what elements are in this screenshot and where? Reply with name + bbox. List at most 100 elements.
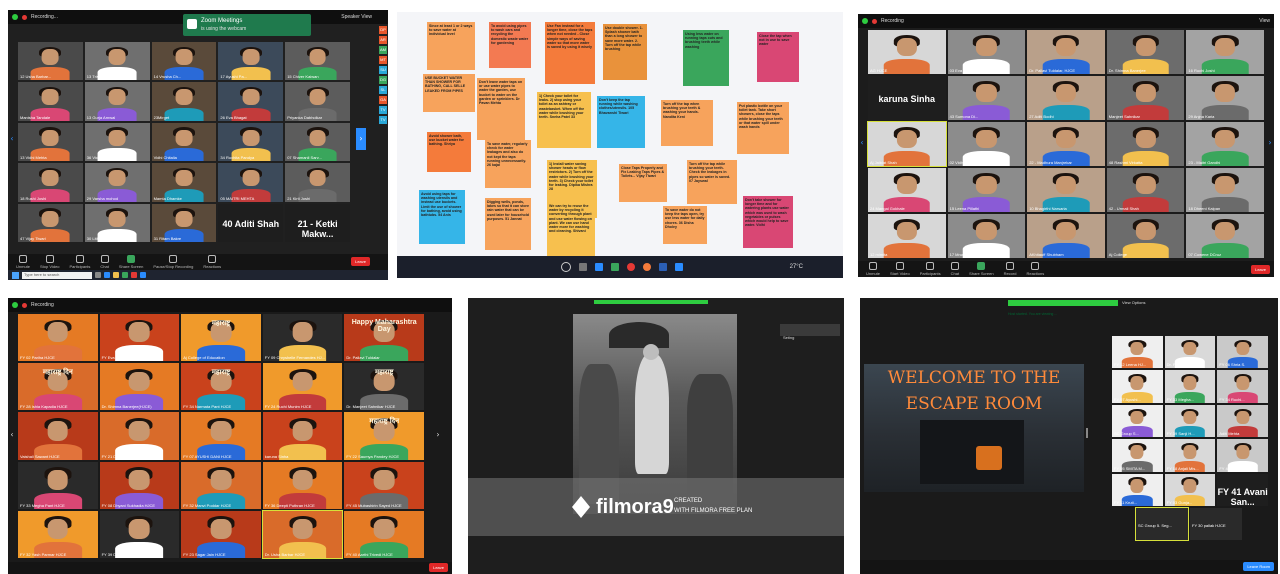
participant-tile[interactable]: Manisha Tandale — [18, 82, 83, 121]
zoom-icon-2[interactable] — [675, 263, 683, 271]
leave-button[interactable]: Leave — [351, 257, 370, 266]
leave-button-3[interactable]: Leave — [1251, 265, 1270, 274]
edge-browser-icon[interactable] — [104, 272, 110, 278]
control-chat[interactable]: Chat — [951, 262, 959, 276]
file-explorer-icon[interactable] — [113, 272, 119, 278]
participant-tile[interactable]: FY 03 Gunja... — [1164, 473, 1216, 506]
participant-tile[interactable]: 43 Sumona Di... — [947, 76, 1026, 120]
control-record[interactable]: Record — [1004, 262, 1016, 276]
participant-tile[interactable]: Mamta Dhamke — [151, 163, 217, 202]
participant-tile[interactable]: 13 Gurja Arnwal — [84, 82, 150, 121]
prev-page-arrow[interactable]: ‹ — [8, 128, 16, 150]
task-view-icon-2[interactable] — [579, 263, 587, 271]
sticky-note[interactable]: Digging wells, ponds, lakes so that it c… — [485, 198, 531, 250]
participant-tile[interactable]: FY 08 Dhyani Sukhadia HJCE — [99, 461, 180, 509]
participant-tile[interactable]: 47 Vijay Tiwari — [18, 203, 83, 242]
sticky-note[interactable]: Avoid using taps for washing utensils an… — [419, 190, 465, 244]
participant-tile[interactable]: 29 Anjna Karia — [1186, 76, 1264, 120]
participant-tile[interactable]: Aj College of Education महाराष्ट्र — [181, 314, 261, 362]
side-badge[interactable]: DP — [379, 26, 387, 34]
side-badge[interactable]: GA — [379, 96, 387, 104]
participant-tile[interactable]: karuna Sinha — [262, 412, 343, 460]
participant-tile[interactable]: Dr. Manjeet Sahnikar HJCE महाराष्ट्र — [344, 363, 424, 411]
participant-tile[interactable]: 48 Rashmi Virkatta — [1106, 122, 1185, 166]
store-icon[interactable] — [122, 272, 128, 278]
participant-tile[interactable]: 42 - Urmali Shah — [1106, 168, 1185, 212]
participant-tile[interactable]: Dr. Pallavi Tuldali... — [1164, 336, 1216, 369]
participant-tile[interactable]: 16 Ruchi Joshi — [1186, 30, 1264, 74]
sticky-note[interactable]: We can try to reuse the water by recycli… — [547, 202, 595, 256]
task-view-icon[interactable] — [95, 272, 101, 278]
sticky-note[interactable]: Put plastic bottle on your toilet tank. … — [737, 102, 789, 154]
sticky-note[interactable]: Turn off the tap when brushing your teet… — [661, 100, 713, 146]
participant-tile[interactable]: FY 41 Avani San... — [1217, 473, 1268, 506]
participant-tile[interactable]: FY 24 Ruchi Munim HJCE — [262, 363, 343, 411]
participant-tile[interactable]: SC Group S... — [1112, 404, 1163, 438]
participant-tile[interactable]: Aj Jaiblat Shah — [867, 121, 947, 167]
participant-tile[interactable]: 15 Chiver Kaiwan — [285, 42, 350, 81]
participant-tile[interactable]: Vidhi Chitalia — [151, 122, 217, 162]
participant-tile[interactable]: 40 Aditi Shah — [218, 203, 284, 242]
participant-tile[interactable]: FY 40 Shweta... — [1217, 439, 1268, 472]
participant-tile[interactable]: 14 Vrusha Ch... — [151, 42, 217, 81]
view-button-3[interactable]: View — [1259, 18, 1270, 24]
participant-tile[interactable]: FY 18 Anjali Mis... — [1164, 439, 1216, 472]
participant-tile[interactable]: 24 Mangal Gokhale — [868, 168, 946, 212]
participant-tile[interactable]: FY 28 Ishia Kapadia HJCE महाराष्ट्र दिन — [18, 363, 98, 411]
sticky-note[interactable]: Don't leave water taps on or use water p… — [477, 78, 525, 140]
edge-icon-2[interactable] — [595, 263, 603, 271]
sticky-note[interactable]: 1) Check your toilet for leaks. 2) stop … — [537, 92, 591, 148]
sticky-note[interactable]: Avoid shower bath, use bucket water for … — [427, 132, 471, 172]
sticky-note[interactable]: Close the tap when not in use to save wa… — [757, 32, 799, 82]
prev-page-arrow-4[interactable]: ‹ — [8, 426, 16, 444]
participant-tile[interactable]: FY 05 SMITA M... — [1112, 439, 1163, 472]
sticky-note[interactable]: To save water, regularly check for water… — [485, 140, 531, 188]
participant-tile[interactable]: 31 Ritam Bakre — [151, 203, 217, 242]
participant-tile[interactable]: FY 09 Chryshelle Fernandes HJ... — [262, 314, 343, 362]
participant-tile[interactable]: Dr. Usha Barbar HJCE — [261, 509, 344, 560]
participant-tile[interactable]: 21 - Ketki Makw... — [285, 203, 350, 242]
participant-tile[interactable]: 17 Ayushi Pa... — [218, 42, 284, 81]
participant-tile[interactable]: AG HJCE — [868, 30, 946, 74]
participant-tile[interactable]: 12 mimita — [868, 214, 946, 258]
taskbar-search-input[interactable]: Type here to search — [22, 271, 92, 279]
sticky-note[interactable]: Don't take shower for longer time and fo… — [743, 196, 793, 248]
sticky-note[interactable]: To avoid using pipes to wash cars and re… — [489, 22, 531, 68]
participant-tile[interactable]: 15 Leena Pillathi — [947, 168, 1026, 212]
participant-tile[interactable]: FY 02 Pariha HJCE — [18, 314, 98, 362]
participant-tile[interactable]: 07 Shamanli Sarv... — [285, 122, 350, 162]
chrome-icon-2[interactable] — [627, 263, 635, 271]
splitter-handle[interactable] — [1086, 428, 1088, 438]
participant-tile[interactable]: AKhitauff Shubham — [1027, 214, 1105, 258]
zoom-taskbar-icon[interactable] — [140, 272, 146, 278]
participant-tile[interactable]: FY 11 Kruti... — [1112, 473, 1163, 506]
store-icon-2[interactable] — [611, 263, 619, 271]
participant-tile[interactable]: FY 23 Sagar Jain HJCE — [181, 510, 261, 558]
participant-tile[interactable]: 27 Aditi Bodhi — [1027, 76, 1105, 120]
leave-room-button[interactable]: Leave Room — [1243, 562, 1274, 571]
chrome-icon[interactable] — [131, 272, 137, 278]
participant-tile[interactable]: Manjeet Sahnikar — [1106, 76, 1185, 120]
participant-tile[interactable]: Aditi Mehta — [1217, 404, 1268, 438]
side-badge[interactable]: AM — [379, 46, 387, 54]
participant-tile[interactable]: 05 MAITRI MEHTA — [218, 163, 284, 202]
participant-tile[interactable]: Dr. Pallavi Tuldalar Happy Maharashtra Da… — [344, 314, 424, 362]
side-badge[interactable]: TV — [379, 106, 387, 114]
side-badge[interactable]: SU — [379, 66, 387, 74]
control-reactions[interactable]: Reactions — [203, 255, 221, 269]
participant-tile[interactable]: 10 Bhagirthi Narsaria — [1027, 168, 1105, 212]
sticky-note[interactable]: To save water do not keep the taps open,… — [663, 206, 707, 244]
participant-tile[interactable]: FY 34 Narmata Pant HJCE महाराष्ट्र — [181, 363, 261, 411]
participant-tile[interactable]: 21 Kirti Joshi — [285, 163, 350, 202]
side-badge[interactable]: SL — [379, 86, 387, 94]
participant-tile[interactable]: Aj College — [1106, 214, 1185, 258]
word-icon[interactable] — [659, 263, 667, 271]
participant-tile[interactable]: 34 Ruchita Pandya — [218, 122, 284, 162]
participant-tile[interactable]: karuna Sinha — [868, 76, 946, 120]
participant-tile[interactable]: FY 22 Saumya Pandey HJCE महाराष्ट्र दिन — [344, 412, 424, 460]
control-stop-video[interactable]: Stop Video — [40, 255, 60, 269]
participant-tile[interactable]: FY 33 Megha Pant HJCE — [18, 461, 98, 509]
participant-tile[interactable]: FY 32 Manvi Poddar HJCE — [181, 461, 261, 509]
participant-tile[interactable]: 12 Usha Barbar... — [18, 42, 83, 81]
participant-tile[interactable]: 13 Trisha Dhaval — [84, 42, 150, 81]
